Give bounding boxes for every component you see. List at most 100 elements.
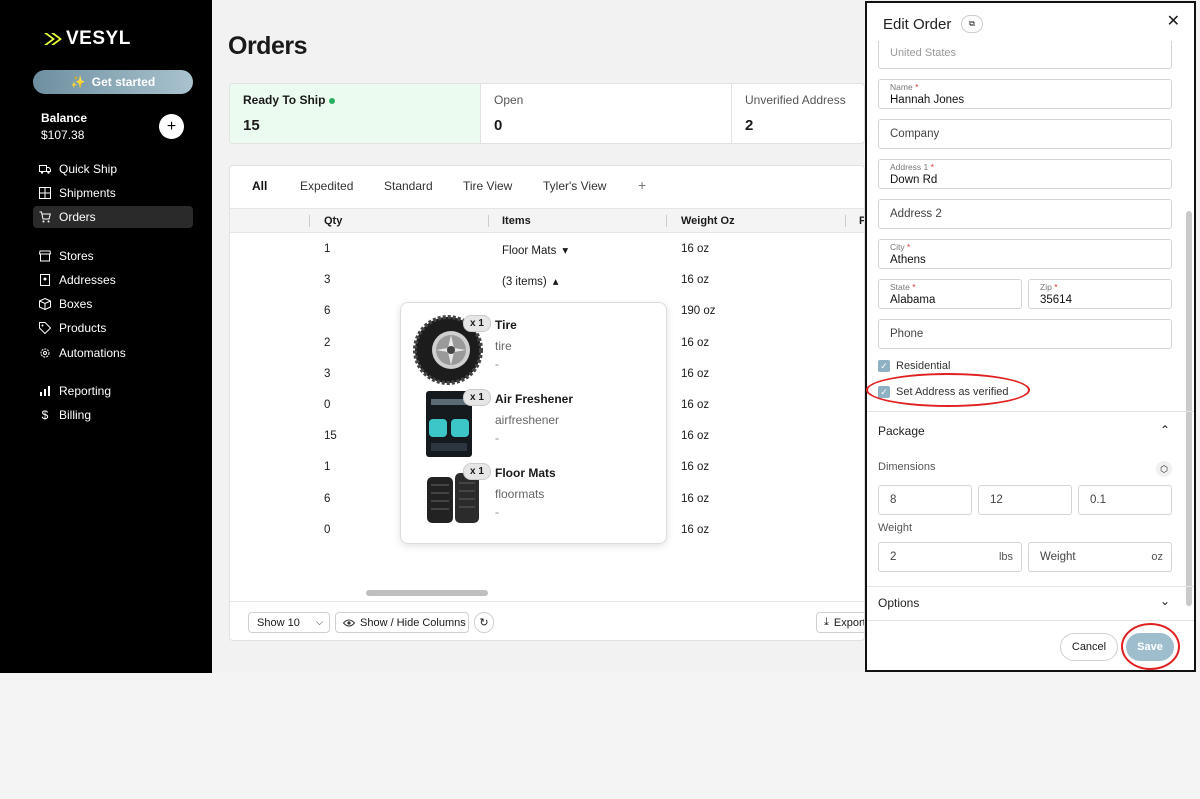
field-label: Zip [1040,282,1052,292]
weight-oz-field[interactable]: Weight oz [1028,542,1172,572]
required-mark: * [907,242,911,252]
zip-field[interactable]: Zip * 35614 [1028,279,1172,309]
nav-item-automations[interactable]: Automations [33,342,193,364]
reset-button[interactable]: ↻ [474,612,494,633]
nav-label: Quick Ship [59,162,118,176]
stat-label: Unverified Address [745,93,846,107]
items-cell[interactable]: (3 items) ▴ [502,274,559,288]
field-label: Address 1 [890,162,929,172]
weight-cell: 16 oz [681,399,710,411]
caret-icon[interactable]: ▴ [553,276,559,288]
gear-icon [40,348,50,358]
country-field[interactable]: United States [878,41,1172,69]
eye-icon [343,619,355,626]
nav-item-reporting[interactable]: Reporting [33,380,193,402]
horizontal-scrollbar[interactable] [366,590,488,596]
box-icon[interactable]: ⬡ [1156,461,1172,477]
tab-tire-view[interactable]: Tire View [463,179,512,193]
show-hide-columns-button[interactable]: Show / Hide Columns [335,612,469,633]
weight-cell: 16 oz [681,336,710,349]
oz-unit: oz [1151,551,1163,563]
get-started-label: Get started [91,75,156,89]
company-field[interactable]: Company [878,119,1172,149]
column-separator[interactable] [488,215,489,227]
weight-lbs-value: 2 [890,551,897,563]
nav-item-quick-ship[interactable]: Quick Ship [33,158,193,180]
verified-checkbox[interactable]: ✓ Set Address as verified [878,386,1009,398]
table-header: Qty Items Weight Oz P [230,208,864,233]
nav-label: Reporting [59,384,112,398]
chevron-down-icon[interactable]: ⌄ [1160,594,1170,608]
qty-cell: 0 [324,523,331,536]
column-header-qty[interactable]: Qty [324,215,342,227]
nav-item-addresses[interactable]: Addresses [33,269,193,291]
chevron-up-icon[interactable]: ⌃ [1160,423,1170,437]
height-field[interactable]: 0.1 [1078,485,1172,515]
item-name: Tire [495,318,517,332]
required-mark: * [930,162,934,172]
stat-ready-to-ship[interactable]: Ready To Ship 15 [230,84,481,143]
item-extra: - [495,431,499,445]
package-section-title[interactable]: Package [878,424,925,438]
qty-cell: 6 [324,492,331,505]
weight-lbs-field[interactable]: 2 lbs [878,542,1022,572]
stat-open[interactable]: Open 0 [481,84,732,143]
address2-field[interactable]: Address 2 [878,199,1172,229]
stat-unverified-address[interactable]: Unverified Address 2 [732,84,864,143]
options-section-title[interactable]: Options [878,596,919,610]
logo[interactable]: VESYL [42,28,131,50]
nav-item-orders[interactable]: Orders [33,206,193,228]
grid-icon [39,187,51,199]
column-separator[interactable] [845,215,846,227]
export-button[interactable]: ⤓ Export [816,612,864,633]
length-field[interactable]: 8 [878,485,972,515]
add-balance-button[interactable]: + [159,114,184,139]
nav-label: Stores [59,249,94,263]
weight-cell: 16 oz [681,492,710,505]
tab-all[interactable]: All [252,179,267,193]
table-row[interactable]: 3 (3 items) ▴ 16 oz [230,265,864,296]
column-separator[interactable] [666,215,667,227]
field-label: Name [890,82,913,92]
nav-item-stores[interactable]: Stores [33,245,193,267]
items-cell[interactable]: Floor Mats ▾ [502,243,568,257]
divider [867,586,1194,587]
nav-item-billing[interactable]: $ Billing [33,404,193,426]
item-sku: airfreshener [495,413,560,427]
name-field[interactable]: Name * Hannah Jones [878,79,1172,109]
sidebar: VESYL ✨ Get started Balance $107.38 + Qu… [0,0,212,673]
tab-tylers-view[interactable]: Tyler's View [543,179,606,193]
company-placeholder: Company [890,128,940,140]
page-size-select[interactable]: Show 10 ⌵ [248,612,330,633]
address1-field[interactable]: Address 1 * Down Rd [878,159,1172,189]
item-extra: - [495,505,499,519]
nav-item-shipments[interactable]: Shipments [33,182,193,204]
weight-oz-placeholder: Weight [1040,551,1076,563]
nav-item-boxes[interactable]: Boxes [33,293,193,315]
table-row[interactable]: 1 Floor Mats ▾ 16 oz [230,234,864,265]
caret-icon[interactable]: ▾ [562,245,568,257]
column-separator[interactable] [309,215,310,227]
tab-standard[interactable]: Standard [384,179,433,193]
popover-item: x 1 Tire tire - [413,315,663,385]
bar-chart-icon [40,386,50,396]
nav-label: Shipments [59,186,116,200]
tab-expedited[interactable]: Expedited [300,179,353,193]
phone-field[interactable]: Phone [878,319,1172,349]
get-started-button[interactable]: ✨ Get started [33,70,193,94]
close-icon[interactable]: ✕ [1167,11,1180,31]
city-field[interactable]: City * Athens [878,239,1172,269]
cart-icon [39,211,51,223]
column-header-items[interactable]: Items [502,215,531,227]
residential-checkbox[interactable]: ✓ Residential [878,360,950,372]
save-button[interactable]: Save [1126,633,1174,661]
nav-item-products[interactable]: Products [33,317,193,339]
add-tab-button[interactable]: + [638,177,646,193]
copy-icon[interactable]: ⧉ [961,15,983,33]
checkmark-icon: ✓ [878,360,890,372]
vertical-scrollbar[interactable] [1186,211,1192,606]
column-header-weight[interactable]: Weight Oz [681,215,735,227]
cancel-button[interactable]: Cancel [1060,633,1118,661]
state-field[interactable]: State * Alabama [878,279,1022,309]
width-field[interactable]: 12 [978,485,1072,515]
